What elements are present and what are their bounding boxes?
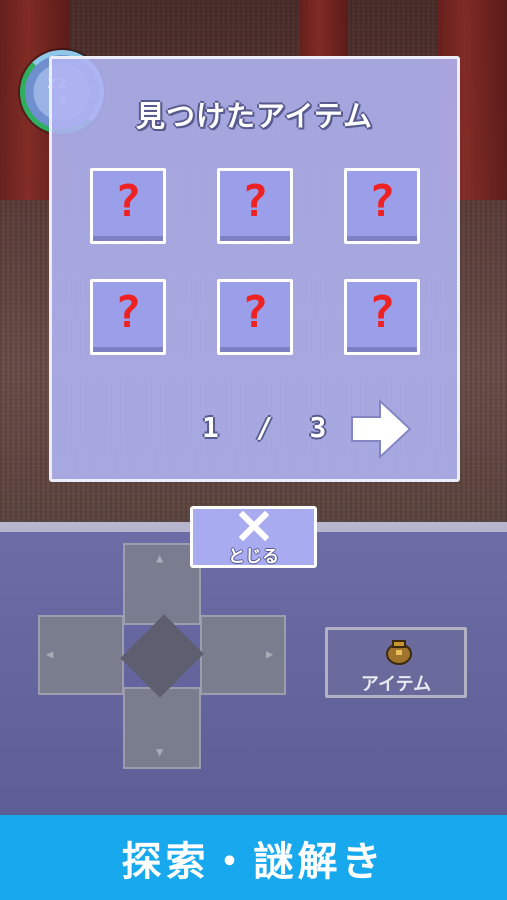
x-icon <box>239 511 269 541</box>
unknown-item-icon: ? <box>241 287 269 338</box>
page-current: 1 <box>202 411 229 444</box>
item-slot[interactable]: ? <box>344 168 420 244</box>
unknown-item-icon: ? <box>241 176 269 227</box>
page-total: 3 <box>309 411 337 444</box>
triangle-right-icon: ▶ <box>266 647 274 661</box>
close-button-label: とじる <box>228 547 279 567</box>
caption-banner: 探索・謎解き <box>0 815 507 900</box>
found-items-dialog: 見つけたアイテム ? ? ? ? ? ? 1 / 3 <box>49 56 460 482</box>
dpad: ▲ ▼ ◀ ▶ <box>38 543 286 769</box>
right-arrow-icon[interactable] <box>350 399 412 459</box>
unknown-item-icon: ? <box>114 176 142 227</box>
item-slot[interactable]: ? <box>217 168 293 244</box>
curtain-middle <box>300 0 348 60</box>
item-slot[interactable]: ? <box>217 279 293 355</box>
item-slot[interactable]: ? <box>90 168 166 244</box>
unknown-item-icon: ? <box>368 287 396 338</box>
page-separator: / <box>255 411 283 444</box>
item-button[interactable]: アイテム <box>325 627 467 698</box>
triangle-left-icon: ◀ <box>46 647 54 661</box>
page-indicator: 1 / 3 <box>202 411 336 444</box>
triangle-up-icon: ▲ <box>156 551 164 565</box>
caption-text: 探索・謎解き <box>121 838 386 885</box>
unknown-item-icon: ? <box>114 287 142 338</box>
triangle-down-icon: ▼ <box>156 745 164 759</box>
item-button-label: アイテム <box>360 674 432 695</box>
bag-icon <box>386 640 412 665</box>
close-button[interactable]: とじる <box>190 506 317 568</box>
item-slot[interactable]: ? <box>344 279 420 355</box>
item-slot[interactable]: ? <box>90 279 166 355</box>
dialog-title: 見つけたアイテム <box>135 99 374 133</box>
unknown-item-icon: ? <box>368 176 396 227</box>
dpad-center <box>120 614 204 698</box>
